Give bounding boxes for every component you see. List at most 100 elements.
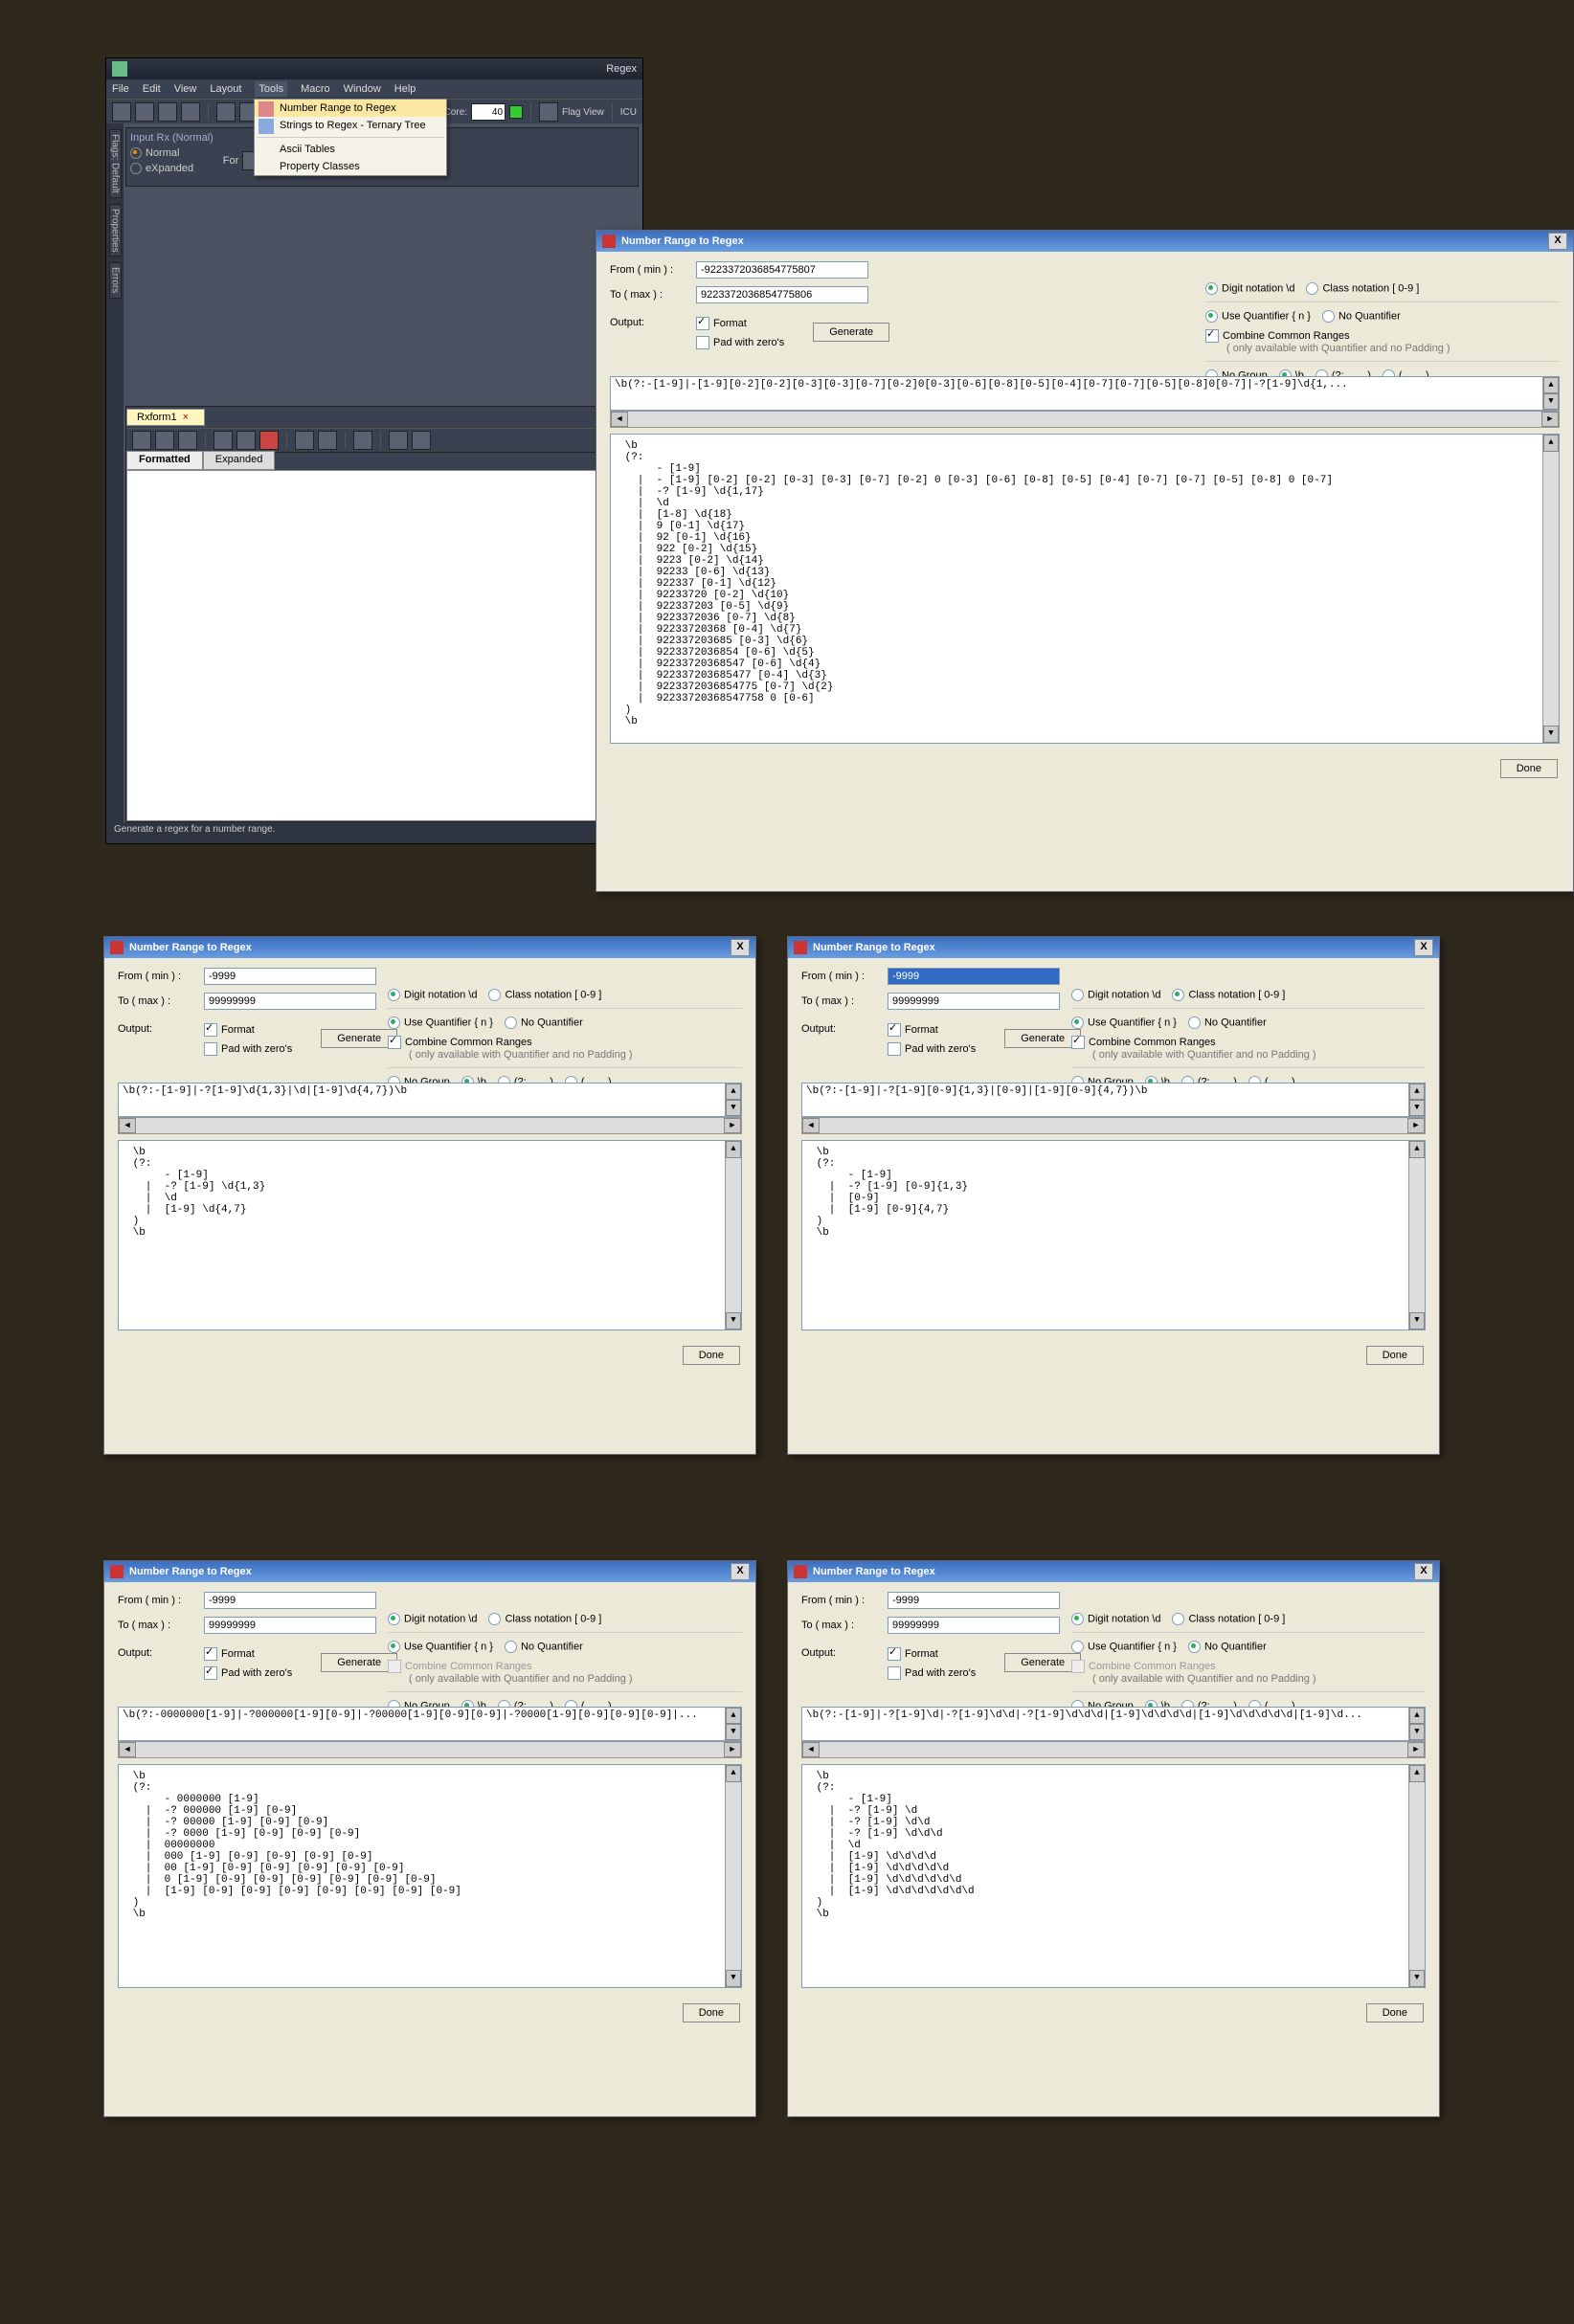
output-formatted[interactable]: \b (?: - [1-9] | -? [1-9] [0-9]{1,3} | [… — [801, 1140, 1426, 1330]
rxtb-icon[interactable] — [295, 431, 314, 450]
menu-layout[interactable]: Layout — [210, 83, 241, 95]
maxcore-check[interactable] — [509, 105, 523, 119]
to-input[interactable] — [204, 1617, 376, 1634]
output-oneline[interactable]: \b(?:-[1-9]|-?[1-9]\d|-?[1-9]\d\d|-?[1-9… — [801, 1707, 1426, 1741]
menuitem-number-range[interactable]: Number Range to Regex — [255, 100, 446, 117]
scrollbar[interactable]: ▲▼ — [1408, 1765, 1425, 1987]
class-radio[interactable]: Class notation [ 0-9 ] — [1172, 1613, 1285, 1625]
output-oneline[interactable]: \b(?:-[1-9]|-?[1-9][0-9]{1,3}|[0-9]|[1-9… — [801, 1083, 1426, 1117]
rxtb-icon[interactable] — [132, 431, 151, 450]
icu-label[interactable]: ICU — [620, 107, 637, 118]
digit-radio[interactable]: Digit notation \d — [1205, 282, 1294, 295]
generate-button[interactable]: Generate — [321, 1653, 397, 1672]
digit-radio[interactable]: Digit notation \d — [1071, 989, 1160, 1001]
side-tab-errors[interactable]: Errors — [109, 262, 122, 298]
menubar[interactable]: File Edit View Layout Tools Macro Window… — [106, 79, 642, 99]
scrollbar[interactable]: ▲▼ — [725, 1141, 741, 1330]
useq-radio[interactable]: Use Quantifier { n } — [1071, 1017, 1177, 1029]
scrollbar[interactable]: ▲▼ — [1408, 1141, 1425, 1330]
hscrollbar[interactable]: ◄► — [801, 1117, 1426, 1134]
menu-window[interactable]: Window — [344, 83, 381, 95]
output-oneline[interactable]: \b(?:-[1-9]|-[1-9][0-2][0-2][0-3][0-3][0… — [610, 376, 1560, 411]
menu-macro[interactable]: Macro — [301, 83, 330, 95]
digit-radio[interactable]: Digit notation \d — [388, 989, 477, 1001]
to-input[interactable] — [204, 993, 376, 1010]
output-oneline[interactable]: \b(?:-0000000[1-9]|-?000000[1-9][0-9]|-?… — [118, 1707, 742, 1741]
side-tab-flags[interactable]: Flags: Default — [109, 129, 122, 198]
generate-button[interactable]: Generate — [1004, 1029, 1081, 1048]
menuitem-ascii-tables[interactable]: Ascii Tables — [255, 141, 446, 158]
output-oneline[interactable]: \b(?:-[1-9]|-?[1-9]\d{1,3}|\d|[1-9]\d{4,… — [118, 1083, 742, 1117]
tab-expanded[interactable]: Expanded — [203, 451, 276, 470]
pad-checkbox[interactable]: Pad with zero's — [888, 1666, 976, 1680]
output-formatted[interactable]: \b (?: - 0000000 [1-9] | -? 000000 [1-9]… — [118, 1764, 742, 1988]
done-button[interactable]: Done — [1500, 759, 1558, 778]
flagview-icon[interactable] — [539, 102, 558, 122]
rxtb-icon[interactable] — [155, 431, 174, 450]
scrollbar[interactable]: ▲▼ — [1542, 377, 1559, 410]
rxtb-icon[interactable] — [412, 431, 431, 450]
hscrollbar[interactable]: ◄► — [118, 1741, 742, 1758]
menu-help[interactable]: Help — [394, 83, 416, 95]
menu-view[interactable]: View — [174, 83, 197, 95]
to-input[interactable] — [696, 286, 868, 303]
noq-radio[interactable]: No Quantifier — [1188, 1641, 1267, 1653]
useq-radio[interactable]: Use Quantifier { n } — [1205, 310, 1311, 323]
scrollbar[interactable]: ▲▼ — [1542, 435, 1559, 743]
done-button[interactable]: Done — [683, 2003, 740, 2022]
scrollbar[interactable]: ▲▼ — [725, 1084, 741, 1116]
hscrollbar[interactable]: ◄► — [610, 411, 1560, 428]
combine-checkbox[interactable]: Combine Common Ranges — [388, 1036, 532, 1049]
useq-radio[interactable]: Use Quantifier { n } — [388, 1641, 493, 1653]
mode-normal[interactable]: Normal — [130, 147, 214, 159]
digit-radio[interactable]: Digit notation \d — [1071, 1613, 1160, 1625]
noq-radio[interactable]: No Quantifier — [505, 1641, 583, 1653]
rxtb-icon[interactable] — [353, 431, 372, 450]
close-button[interactable]: X — [1414, 939, 1433, 956]
rxtb-icon[interactable] — [318, 431, 337, 450]
close-button[interactable]: X — [731, 1563, 750, 1580]
done-button[interactable]: Done — [1366, 2003, 1424, 2022]
pad-checkbox[interactable]: Pad with zero's — [204, 1666, 292, 1680]
from-input[interactable] — [696, 261, 868, 279]
menuitem-property-classes[interactable]: Property Classes — [255, 158, 446, 175]
close-button[interactable]: X — [1414, 1563, 1433, 1580]
class-radio[interactable]: Class notation [ 0-9 ] — [488, 1613, 601, 1625]
rxtb-icon[interactable] — [178, 431, 197, 450]
scrollbar[interactable]: ▲▼ — [725, 1765, 741, 1987]
useq-radio[interactable]: Use Quantifier { n } — [1071, 1641, 1177, 1653]
from-input[interactable] — [888, 968, 1060, 985]
mode-expanded[interactable]: eXpanded — [130, 163, 214, 174]
pad-checkbox[interactable]: Pad with zero's — [888, 1042, 976, 1056]
menu-file[interactable]: File — [112, 83, 129, 95]
combine-checkbox[interactable]: Combine Common Ranges — [1205, 329, 1350, 343]
pad-checkbox[interactable]: Pad with zero's — [696, 336, 784, 349]
toolbar-icon[interactable] — [112, 102, 131, 122]
rxform-tab[interactable]: Rxform1× — [126, 409, 205, 426]
generate-button[interactable]: Generate — [321, 1029, 397, 1048]
done-button[interactable]: Done — [683, 1346, 740, 1365]
noq-radio[interactable]: No Quantifier — [1188, 1017, 1267, 1029]
class-radio[interactable]: Class notation [ 0-9 ] — [1306, 282, 1419, 295]
rxform-output-area[interactable] — [126, 470, 638, 821]
done-button[interactable]: Done — [1366, 1346, 1424, 1365]
menu-tools[interactable]: Tools — [255, 81, 287, 97]
toolbar-icon[interactable] — [158, 102, 177, 122]
flagview-label[interactable]: Flag View — [562, 107, 604, 118]
scrollbar[interactable]: ▲▼ — [725, 1708, 741, 1740]
output-formatted[interactable]: \b (?: - [1-9] | -? [1-9] \d | -? [1-9] … — [801, 1764, 1426, 1988]
output-formatted[interactable]: \b (?: - [1-9] | - [1-9] [0-2] [0-2] [0-… — [610, 434, 1560, 744]
format-checkbox[interactable]: Format — [888, 1023, 976, 1037]
toolbar-icon[interactable] — [135, 102, 154, 122]
toolbar-icon[interactable] — [216, 102, 236, 122]
format-checkbox[interactable]: Format — [204, 1647, 292, 1661]
rxtb-icon[interactable] — [389, 431, 408, 450]
hscrollbar[interactable]: ◄► — [801, 1741, 1426, 1758]
digit-radio[interactable]: Digit notation \d — [388, 1613, 477, 1625]
output-formatted[interactable]: \b (?: - [1-9] | -? [1-9] \d{1,3} | \d |… — [118, 1140, 742, 1330]
to-input[interactable] — [888, 993, 1060, 1010]
maxcore-input[interactable] — [471, 103, 506, 121]
toolbar-icon[interactable] — [181, 102, 200, 122]
rxtb-icon[interactable] — [236, 431, 256, 450]
close-button[interactable]: X — [731, 939, 750, 956]
